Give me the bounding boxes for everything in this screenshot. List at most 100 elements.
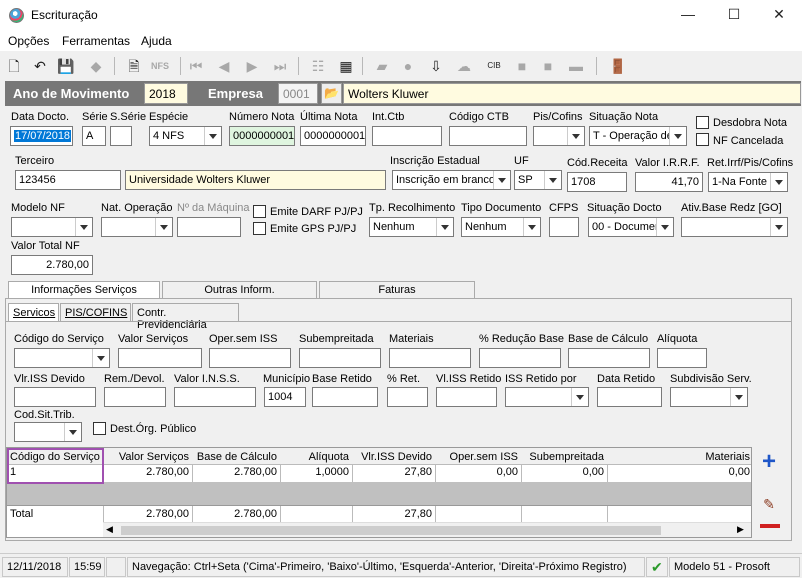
grid-cell-aliquota[interactable]: 1,0000 [280, 465, 352, 480]
add-row-icon[interactable]: + [758, 450, 780, 474]
grid-cell-valor-servicos[interactable]: 2.780,00 [103, 465, 192, 480]
especie-select[interactable]: 4 NFS [149, 126, 222, 146]
municipio-field[interactable]: 1004 [264, 387, 306, 407]
cib-icon[interactable]: CIB [484, 56, 504, 76]
square-icon[interactable]: ■ [538, 56, 558, 76]
grid-header-aliquota[interactable]: Alíquota [280, 448, 352, 465]
base-calculo-field[interactable] [568, 348, 650, 368]
valor-irrf-field[interactable]: 41,70 [635, 172, 703, 192]
empresa-name-field[interactable]: Wolters Kluwer [343, 83, 801, 104]
grid-cell-subempreitada[interactable]: 0,00 [521, 465, 607, 480]
tab-faturas[interactable]: Faturas [319, 281, 475, 299]
preview-icon[interactable]: 🗎 [124, 56, 144, 76]
emite-gps-checkbox[interactable] [253, 222, 266, 235]
emite-darf-checkbox[interactable] [253, 205, 266, 218]
close-button[interactable]: ✕ [756, 0, 802, 31]
pis-cofins-select[interactable] [533, 126, 585, 146]
menu-ajuda[interactable]: Ajuda [141, 34, 172, 48]
ultima-nota-field[interactable]: 0000000001 [300, 126, 366, 146]
codigo-servico-select[interactable] [14, 348, 110, 368]
undo-icon[interactable]: ↶ [30, 56, 50, 76]
tab-outras-inform[interactable]: Outras Inform. [162, 281, 317, 299]
ativ-base-select[interactable] [681, 217, 788, 237]
edit-pencil-icon[interactable]: ✎ [758, 494, 780, 514]
menu-opcoes[interactable]: Opções [8, 34, 49, 48]
tree-icon[interactable]: ☷ [308, 56, 328, 76]
subtab-contr-previdenciaria[interactable]: Contr. Previdenciária [132, 303, 239, 331]
sserie-field[interactable] [110, 126, 132, 146]
iss-retido-por-select[interactable] [505, 387, 589, 407]
grid-header-valor-servicos[interactable]: Valor Serviços [103, 448, 192, 465]
int-ctb-field[interactable] [372, 126, 442, 146]
vl-iss-retido-field[interactable] [436, 387, 497, 407]
pct-ret-field[interactable] [387, 387, 428, 407]
folder-icon[interactable]: ▰ [372, 56, 392, 76]
eraser-icon[interactable]: ◆ [86, 56, 106, 76]
situacao-docto-select[interactable]: 00 - Documen [588, 217, 674, 237]
aliquota-field[interactable] [657, 348, 707, 368]
serie-field[interactable]: A [82, 126, 106, 146]
subtab-servicos[interactable]: Servicos [8, 303, 59, 322]
data-retido-field[interactable] [597, 387, 662, 407]
tipo-documento-select[interactable]: Nenhum [461, 217, 541, 237]
data-docto-field[interactable]: 17/07/2018 [10, 126, 73, 146]
first-record-icon[interactable]: ⏮ [186, 56, 206, 76]
cod-receita-field[interactable]: 1708 [567, 172, 627, 192]
cfps-field[interactable] [549, 217, 579, 237]
scroll-thumb[interactable] [121, 526, 661, 535]
codigo-ctb-field[interactable] [449, 126, 527, 146]
grid-header-oper-sem-iss[interactable]: Oper.sem ISS [435, 448, 521, 465]
situacao-nota-select[interactable]: T - Operação de [589, 126, 687, 146]
grid-horizontal-scrollbar[interactable]: ◀ ▶ [103, 522, 751, 537]
nat-operacao-select[interactable] [101, 217, 173, 237]
modelo-nf-select[interactable] [11, 217, 93, 237]
grid-cell-materiais[interactable]: 0,00 [607, 465, 751, 480]
menu-ferramentas[interactable]: Ferramentas [62, 34, 130, 48]
rem-devol-field[interactable] [104, 387, 166, 407]
valor-servicos-field[interactable] [118, 348, 202, 368]
grid-header-vlr-iss-devido[interactable]: Vlr.ISS Devido [352, 448, 435, 465]
uf-select[interactable]: SP [514, 170, 562, 190]
vlr-iss-devido-field[interactable] [14, 387, 96, 407]
new-document-icon[interactable]: 🗋 [4, 56, 24, 76]
apple-icon[interactable]: ● [398, 56, 418, 76]
nf-cancelada-checkbox[interactable] [696, 133, 709, 146]
open-folder-icon[interactable]: 📂 [321, 83, 342, 104]
terceiro-code-field[interactable]: 123456 [15, 170, 121, 190]
box-icon[interactable]: ■ [512, 56, 532, 76]
empresa-code-field[interactable]: 0001 [278, 83, 318, 104]
scroll-left-icon[interactable]: ◀ [106, 524, 113, 535]
numero-nota-field[interactable]: 0000000001 [229, 126, 295, 146]
grid-cell-vlr-iss-devido[interactable]: 27,80 [352, 465, 435, 480]
valor-total-nf-field[interactable]: 2.780,00 [11, 255, 93, 275]
dash-icon[interactable]: ▬ [566, 56, 586, 76]
dest-org-publico-checkbox[interactable] [93, 422, 106, 435]
grid-header-subempreitada[interactable]: Subempreitada [521, 448, 607, 465]
ret-irrf-select[interactable]: 1-Na Fonte [708, 172, 788, 192]
next-record-icon[interactable]: ▶ [242, 56, 262, 76]
cloud-icon[interactable]: ☁ [454, 56, 474, 76]
cod-sit-trib-select[interactable] [14, 422, 82, 442]
grid-cell-base-calculo[interactable]: 2.780,00 [192, 465, 280, 480]
terceiro-name-field[interactable]: Universidade Wolters Kluwer [125, 170, 386, 190]
subempreitada-field[interactable] [299, 348, 381, 368]
grid-header-base-calculo[interactable]: Base de Cálculo [192, 448, 280, 465]
tp-recolhimento-select[interactable]: Nenhum [369, 217, 454, 237]
base-retido-field[interactable] [312, 387, 378, 407]
reducao-base-field[interactable] [479, 348, 561, 368]
grid-header-materiais[interactable]: Materiais [607, 448, 751, 465]
desdobra-nota-checkbox[interactable] [696, 116, 709, 129]
download-icon[interactable]: ⇩ [426, 56, 446, 76]
nfs-icon[interactable]: NFS [150, 56, 170, 76]
grid-cell-oper-sem-iss[interactable]: 0,00 [435, 465, 521, 480]
save-icon[interactable]: 💾 [56, 56, 76, 76]
exit-door-icon[interactable]: 🚪 [608, 56, 628, 76]
ano-movimento-field[interactable]: 2018 [144, 83, 188, 104]
valor-inss-field[interactable] [174, 387, 256, 407]
materiais-field[interactable] [389, 348, 471, 368]
subtab-pis-cofins[interactable]: PIS/COFINS [60, 303, 131, 322]
remove-row-icon[interactable] [760, 524, 780, 528]
n-maquina-field[interactable] [177, 217, 241, 237]
calculator-icon[interactable]: ▦ [336, 56, 356, 76]
maximize-button[interactable]: ☐ [711, 0, 757, 31]
